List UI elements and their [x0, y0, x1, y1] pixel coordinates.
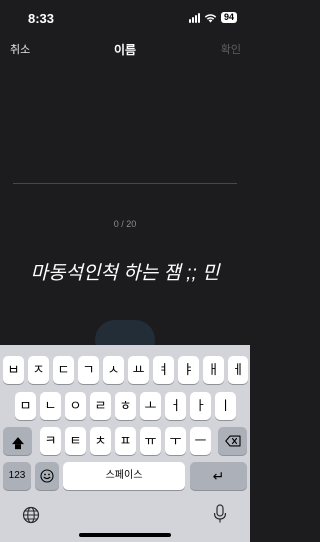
key[interactable]: ㄷ [53, 356, 74, 384]
wifi-icon [204, 13, 217, 22]
battery-badge: 94 [220, 12, 237, 23]
confirm-button[interactable]: 확인 [221, 41, 241, 57]
korean-keyboard: ㅂ ㅈ ㄷ ㄱ ㅅ ㅛ ㅕ ㅑ ㅐ ㅔ ㅁ ㄴ ㅇ ㄹ ㅎ ㅗ ㅓ ㅏ ㅣ ㅋ [0, 345, 250, 542]
key[interactable]: ㅜ [165, 427, 186, 455]
preview-text: 마동석인척 하는 잼 ;; 민 [30, 263, 220, 284]
status-time: 8:33 [28, 11, 55, 26]
globe-icon[interactable] [22, 506, 40, 524]
key[interactable]: ㅈ [28, 356, 49, 384]
key-row-2: ㅁ ㄴ ㅇ ㄹ ㅎ ㅗ ㅓ ㅏ ㅣ [0, 392, 250, 420]
key[interactable]: ㅇ [65, 392, 86, 420]
nav-bar: 취소 이름 확인 [0, 38, 250, 60]
key-row-4: 123 스페이스 ↵ [0, 462, 250, 490]
key[interactable]: ㅅ [103, 356, 124, 384]
key[interactable]: ㅌ [65, 427, 86, 455]
backspace-icon [224, 435, 241, 447]
key[interactable]: ㅍ [115, 427, 136, 455]
microphone-icon[interactable] [213, 504, 227, 524]
key-row-1: ㅂ ㅈ ㄷ ㄱ ㅅ ㅛ ㅕ ㅑ ㅐ ㅔ [0, 356, 250, 384]
key[interactable]: ㅁ [15, 392, 36, 420]
key[interactable]: ㅔ [228, 356, 248, 384]
shift-key[interactable] [3, 427, 32, 455]
key[interactable]: ㅡ [190, 427, 211, 455]
key[interactable]: ㅑ [178, 356, 199, 384]
key[interactable]: ㅎ [115, 392, 136, 420]
key[interactable]: ㅓ [165, 392, 186, 420]
return-key[interactable]: ↵ [190, 462, 247, 490]
home-indicator[interactable] [79, 533, 171, 537]
signal-icon [188, 12, 200, 23]
key[interactable]: ㅐ [203, 356, 224, 384]
status-icons: 94 [188, 12, 237, 23]
name-input-underline[interactable] [13, 183, 237, 184]
numbers-key[interactable]: 123 [3, 462, 31, 490]
key[interactable]: ㅕ [153, 356, 174, 384]
shift-icon [11, 437, 24, 450]
char-counter: 0 / 20 [113, 219, 137, 229]
emoji-key[interactable] [35, 462, 59, 490]
key[interactable]: ㅛ [128, 356, 149, 384]
emoji-icon [40, 469, 54, 483]
key[interactable]: ㅊ [90, 427, 111, 455]
key[interactable]: ㄱ [78, 356, 99, 384]
key-row-3: ㅋ ㅌ ㅊ ㅍ ㅠ ㅜ ㅡ [0, 427, 250, 455]
key[interactable]: ㅗ [140, 392, 161, 420]
page-title: 이름 [113, 43, 137, 57]
key[interactable]: ㅠ [140, 427, 161, 455]
status-bar: 8:33 94 [0, 0, 250, 38]
space-key[interactable]: 스페이스 [63, 462, 185, 490]
key[interactable]: ㅂ [3, 356, 24, 384]
key[interactable]: ㅣ [215, 392, 236, 420]
key[interactable]: ㄹ [90, 392, 111, 420]
key[interactable]: ㅏ [190, 392, 211, 420]
screen: 8:33 94 취소 이름 확인 0 / 20 마동석인척 하는 잼 ;; 민 … [0, 0, 250, 542]
backspace-key[interactable] [218, 427, 247, 455]
key[interactable]: ㅋ [40, 427, 61, 455]
key[interactable]: ㄴ [40, 392, 61, 420]
